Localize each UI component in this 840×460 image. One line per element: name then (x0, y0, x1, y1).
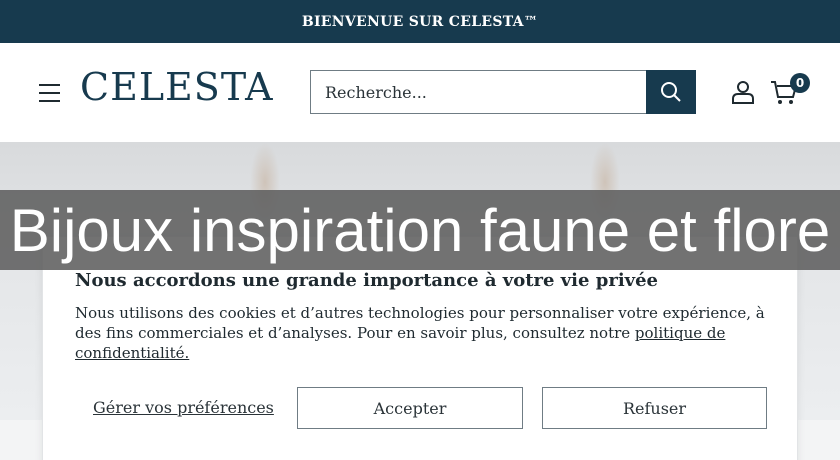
menu-icon[interactable] (39, 84, 61, 102)
account-button[interactable] (731, 80, 755, 104)
site-header: CELESTA 0 (0, 43, 840, 142)
refuse-button[interactable]: Refuser (542, 387, 767, 429)
search-button[interactable] (646, 70, 696, 114)
announcement-text: BIENVENUE SUR CELESTA™ (301, 13, 539, 30)
user-icon (732, 81, 754, 104)
search-icon (661, 82, 681, 102)
search-form (310, 70, 696, 114)
search-input[interactable] (310, 70, 647, 114)
hero-title: Bijoux inspiration faune et flore (9, 196, 831, 264)
cart-count-badge: 0 (790, 73, 810, 93)
accept-button[interactable]: Accepter (297, 387, 523, 429)
announcement-bar: BIENVENUE SUR CELESTA™ (0, 0, 840, 43)
cookie-description: Nous utilisons des cookies et d’autres t… (75, 303, 765, 363)
hero-banner: Bijoux inspiration faune et flore (0, 190, 840, 270)
site-logo[interactable]: CELESTA (80, 65, 274, 109)
manage-preferences-link[interactable]: Gérer vos préférences (93, 398, 274, 417)
cookie-title: Nous accordons une grande importance à v… (75, 270, 659, 291)
